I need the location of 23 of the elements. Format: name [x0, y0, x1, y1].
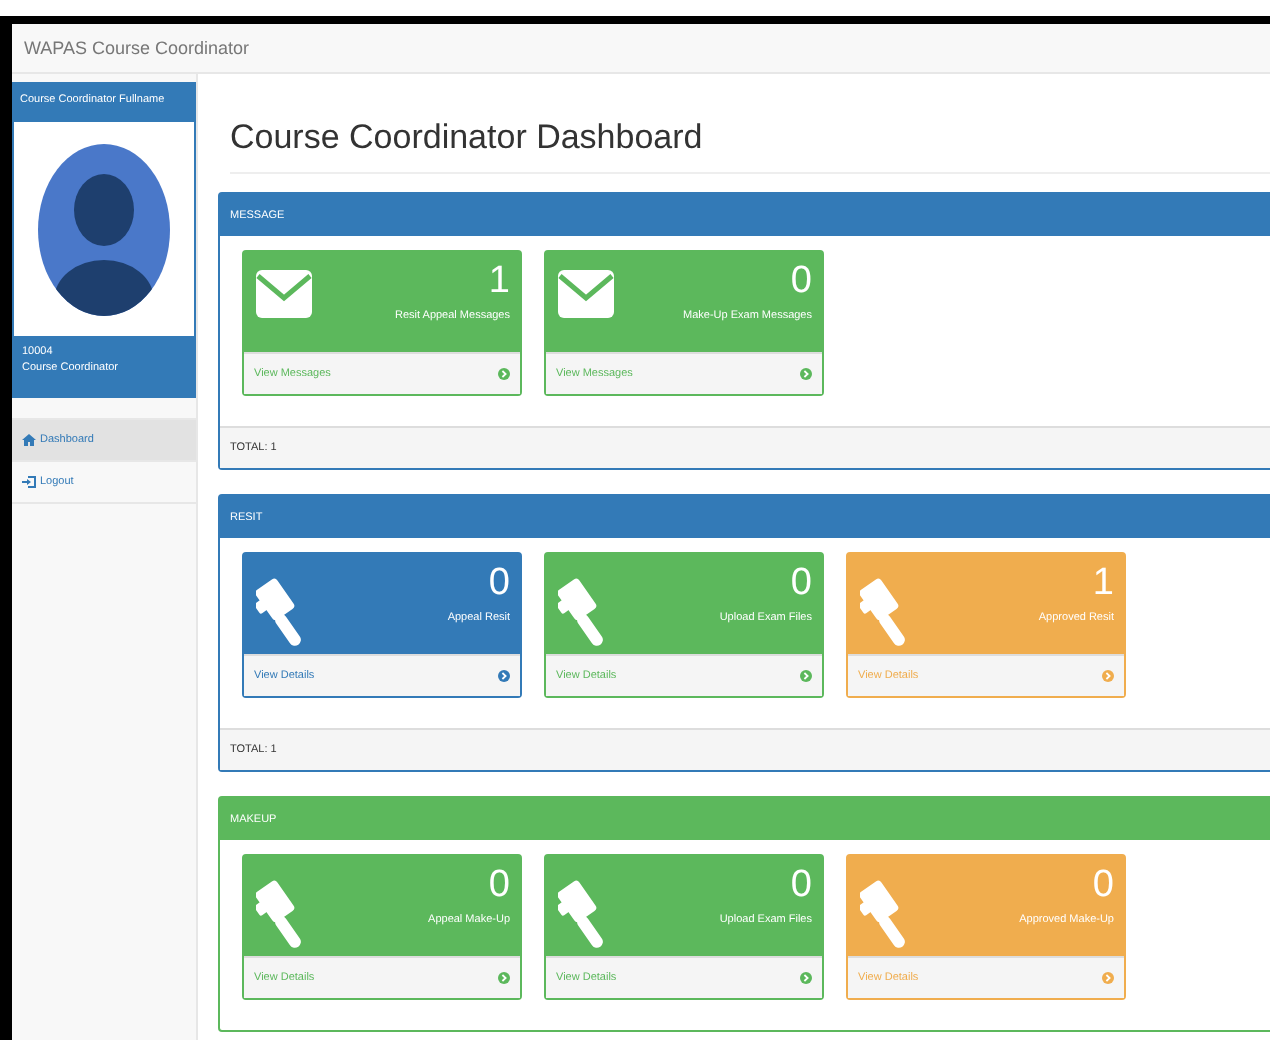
- count-value: 0: [790, 564, 812, 606]
- arrow-circle-icon: [800, 368, 812, 380]
- brand-title[interactable]: WAPAS Course Coordinator: [24, 38, 250, 58]
- count-value: 0: [488, 564, 510, 606]
- count-value: 1: [488, 262, 510, 304]
- arrow-circle-icon: [800, 972, 812, 984]
- arrow-circle-icon: [1102, 670, 1114, 682]
- count-value: 0: [488, 866, 510, 908]
- arrow-circle-icon: [498, 368, 510, 380]
- arrow-circle-icon: [498, 972, 510, 984]
- count-value: 0: [790, 262, 812, 304]
- envelope-icon: [256, 270, 312, 318]
- sign-in-icon: [22, 476, 36, 489]
- arrow-circle-icon: [1102, 972, 1114, 984]
- avatar-icon: [38, 144, 170, 316]
- page-title: Course Coordinator Dashboard: [230, 118, 1270, 174]
- count-value: 0: [1092, 866, 1114, 908]
- arrow-circle-icon: [800, 670, 812, 682]
- arrow-circle-icon: [498, 670, 510, 682]
- envelope-icon: [558, 270, 614, 318]
- count-value: 1: [1092, 564, 1114, 606]
- home-icon: [22, 434, 36, 447]
- count-value: 0: [790, 866, 812, 908]
